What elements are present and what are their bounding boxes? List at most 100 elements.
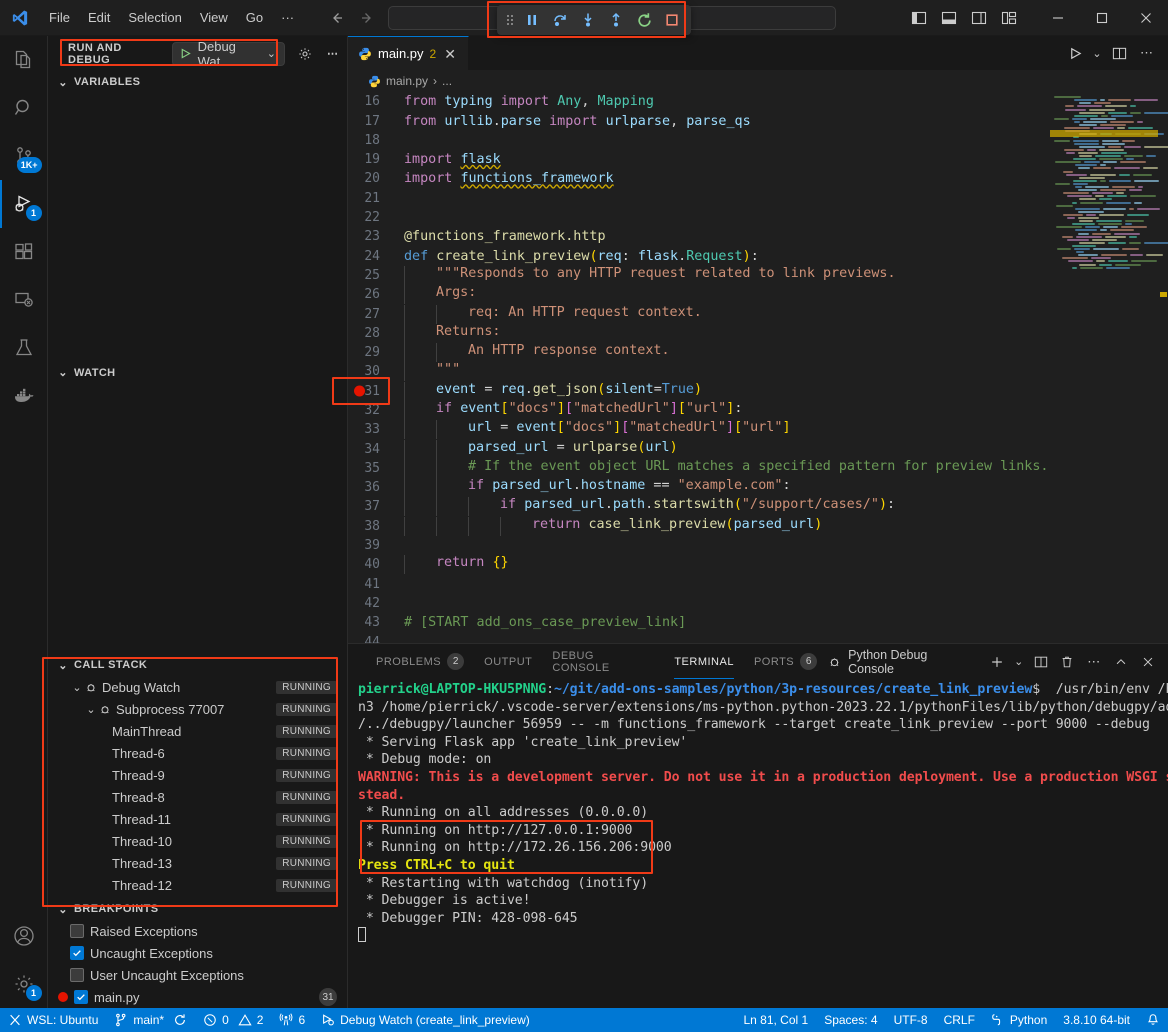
step-into-button[interactable]: [575, 8, 601, 32]
code-line[interactable]: 43# [START add_ons_case_preview_link]: [348, 613, 1050, 632]
line-number[interactable]: 27: [348, 307, 396, 322]
panel-more-actions[interactable]: ⋯: [1082, 650, 1106, 674]
code-line[interactable]: 33url = event["docs"]["matchedUrl"]["url…: [348, 420, 1050, 439]
panel-tab-ports[interactable]: PORTS6: [744, 644, 827, 679]
code-line[interactable]: 27req: An HTTP request context.: [348, 304, 1050, 323]
section-header-variables[interactable]: ⌄ VARIABLES: [48, 71, 347, 93]
panel-tab-terminal[interactable]: TERMINAL: [664, 644, 744, 679]
status-cursor-position[interactable]: Ln 81, Col 1: [735, 1008, 816, 1032]
status-encoding[interactable]: UTF-8: [886, 1008, 936, 1032]
activitybar-item-run-and-debug[interactable]: 1: [0, 180, 48, 228]
code-line[interactable]: 35# If the event object URL matches a sp…: [348, 459, 1050, 478]
activitybar-item-accounts[interactable]: [0, 912, 48, 960]
breakpoint-dot-icon[interactable]: [354, 386, 365, 397]
line-number[interactable]: 22: [348, 210, 396, 225]
callstack-row[interactable]: Thread-11RUNNING: [48, 808, 347, 830]
breakpoint-row[interactable]: Raised Exceptions: [48, 920, 347, 942]
line-number[interactable]: 30: [348, 364, 396, 379]
editor-more-actions[interactable]: ⋯: [1134, 40, 1160, 66]
maximize-button[interactable]: [1080, 0, 1124, 36]
code-line[interactable]: 41: [348, 575, 1050, 594]
line-number[interactable]: 38: [348, 519, 396, 534]
run-options-dropdown[interactable]: ⌄: [1090, 40, 1104, 66]
line-number[interactable]: 43: [348, 615, 396, 630]
code-line[interactable]: 40return {}: [348, 555, 1050, 574]
line-number[interactable]: 33: [348, 422, 396, 437]
toggle-primary-sidebar-icon[interactable]: [906, 5, 932, 31]
sidebar-more-actions-icon[interactable]: ⋯: [327, 47, 339, 60]
kill-terminal-button[interactable]: [1056, 650, 1080, 674]
breakpoint-row[interactable]: Uncaught Exceptions: [48, 942, 347, 964]
status-problems-indicator[interactable]: 0 2: [195, 1008, 271, 1032]
activitybar-item-explorer[interactable]: [0, 36, 48, 84]
status-branch-indicator[interactable]: main*: [106, 1008, 195, 1032]
line-number[interactable]: 25: [348, 268, 396, 283]
panel-tab-debug-console[interactable]: DEBUG CONSOLE: [542, 644, 664, 679]
debug-configuration-select[interactable]: Debug Wat ⌄: [172, 42, 285, 66]
terminal-shell-label[interactable]: Python Debug Console: [827, 648, 976, 676]
breakpoint-checkbox[interactable]: [70, 924, 84, 938]
line-number[interactable]: 40: [348, 557, 396, 572]
status-interpreter-version[interactable]: 3.8.10 64-bit: [1055, 1008, 1138, 1032]
maximize-panel-button[interactable]: [1109, 650, 1133, 674]
menu-file[interactable]: File: [40, 6, 79, 29]
code-line[interactable]: 20import functions_framework: [348, 169, 1050, 188]
status-debug-session-indicator[interactable]: Debug Watch (create_link_preview): [313, 1008, 538, 1032]
activitybar-item-remote-explorer[interactable]: [0, 276, 48, 324]
minimize-button[interactable]: [1036, 0, 1080, 36]
line-number[interactable]: 16: [348, 94, 396, 109]
activitybar-item-search[interactable]: [0, 84, 48, 132]
code-line[interactable]: 34parsed_url = urlparse(url): [348, 439, 1050, 458]
code-line[interactable]: 36if parsed_url.hostname == "example.com…: [348, 478, 1050, 497]
activitybar-item-settings[interactable]: 1: [0, 960, 48, 1008]
code-line[interactable]: 30""": [348, 362, 1050, 381]
drag-handle-icon[interactable]: [503, 8, 517, 32]
line-number[interactable]: 23: [348, 229, 396, 244]
callstack-row[interactable]: ⌄Debug WatchRUNNING: [48, 676, 347, 698]
chevron-down-icon[interactable]: ⌄: [84, 703, 98, 716]
status-indentation[interactable]: Spaces: 4: [816, 1008, 885, 1032]
callstack-row[interactable]: ⌄Subprocess 77007RUNNING: [48, 698, 347, 720]
code-line[interactable]: 25"""Responds to any HTTP request relate…: [348, 266, 1050, 285]
code-line[interactable]: 16from typing import Any, Mapping: [348, 92, 1050, 111]
callstack-row[interactable]: Thread-13RUNNING: [48, 852, 347, 874]
activitybar-item-docker[interactable]: [0, 372, 48, 420]
code-line[interactable]: 26Args:: [348, 285, 1050, 304]
split-editor-button[interactable]: [1106, 40, 1132, 66]
line-number[interactable]: 39: [348, 538, 396, 553]
play-icon[interactable]: [179, 47, 192, 60]
go-forward-icon[interactable]: [359, 10, 375, 26]
section-header-breakpoints[interactable]: ⌄ BREAKPOINTS: [48, 898, 347, 920]
callstack-row[interactable]: Thread-12RUNNING: [48, 874, 347, 896]
activitybar-item-testing[interactable]: [0, 324, 48, 372]
pause-button[interactable]: [519, 8, 545, 32]
callstack-row[interactable]: Thread-8RUNNING: [48, 786, 347, 808]
status-notifications[interactable]: [1138, 1008, 1168, 1032]
status-language-mode[interactable]: Python: [983, 1008, 1055, 1032]
split-terminal-button[interactable]: [1029, 650, 1053, 674]
line-number[interactable]: 29: [348, 345, 396, 360]
code-line[interactable]: 22: [348, 208, 1050, 227]
breakpoint-checkbox[interactable]: [70, 946, 84, 960]
line-number[interactable]: 24: [348, 249, 396, 264]
code-line[interactable]: 23@functions_framework.http: [348, 227, 1050, 246]
code-line[interactable]: 37if parsed_url.path.startswith("/suppor…: [348, 497, 1050, 516]
breadcrumb-symbol[interactable]: ...: [442, 74, 452, 88]
line-number[interactable]: 18: [348, 133, 396, 148]
chevron-down-icon[interactable]: ⌄: [70, 681, 84, 694]
go-back-icon[interactable]: [329, 10, 345, 26]
terminal-profile-dropdown[interactable]: ⌄: [1012, 650, 1026, 674]
menu-go[interactable]: Go: [237, 6, 272, 29]
code-line[interactable]: 29An HTTP response context.: [348, 343, 1050, 362]
line-number[interactable]: 36: [348, 480, 396, 495]
code-line[interactable]: 21: [348, 189, 1050, 208]
activitybar-item-source-control[interactable]: 1K+: [0, 132, 48, 180]
panel-tab-problems[interactable]: PROBLEMS2: [366, 644, 474, 679]
callstack-row[interactable]: Thread-10RUNNING: [48, 830, 347, 852]
status-eol[interactable]: CRLF: [936, 1008, 983, 1032]
menu-view[interactable]: View: [191, 6, 237, 29]
line-number[interactable]: 35: [348, 461, 396, 476]
callstack-row[interactable]: MainThreadRUNNING: [48, 720, 347, 742]
debug-floating-toolbar[interactable]: [497, 5, 691, 35]
minimap-slider[interactable]: [1158, 92, 1168, 643]
